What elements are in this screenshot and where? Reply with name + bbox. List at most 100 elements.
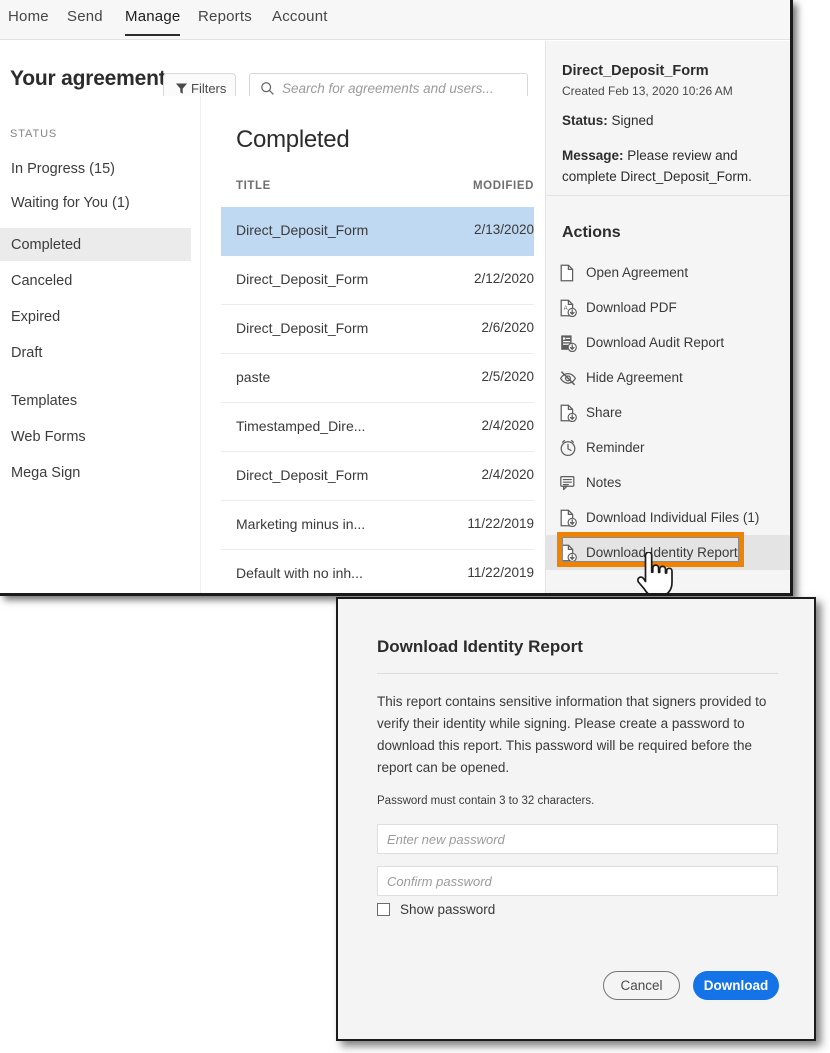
nav-item-manage[interactable]: Manage xyxy=(125,8,181,36)
detail-message: Message: Please review and complete Dire… xyxy=(562,145,778,187)
agreement-modified-date: 2/5/2020 xyxy=(481,369,534,384)
funnel-icon xyxy=(175,82,188,95)
agreement-modified-date: 2/13/2020 xyxy=(473,222,534,237)
agreement-detail-panel: Direct_Deposit_Form Created Feb 13, 2020… xyxy=(545,41,790,593)
new-password-placeholder: Enter new password xyxy=(387,831,505,847)
action-item-label: Hide Agreement xyxy=(586,370,683,385)
password-requirement-hint: Password must contain 3 to 32 characters… xyxy=(377,795,595,807)
document-icon xyxy=(559,264,577,282)
action-item-label: Open Agreement xyxy=(586,265,689,280)
action-item-hide-agreement[interactable]: Hide Agreement xyxy=(546,360,790,395)
show-password-checkbox[interactable] xyxy=(377,903,390,916)
sidebar-item-label: Web Forms xyxy=(11,428,86,445)
filters-label: Filters xyxy=(191,81,227,96)
pdf-download-icon: A xyxy=(559,299,577,317)
sidebar-item-completed[interactable]: Completed xyxy=(0,228,191,261)
action-item-label: Reminder xyxy=(586,440,645,455)
nav-item-home[interactable]: Home xyxy=(8,8,49,34)
agreement-title: Direct_Deposit_Form xyxy=(236,320,369,336)
nav-item-account[interactable]: Account xyxy=(272,8,328,34)
confirm-password-placeholder: Confirm password xyxy=(387,873,492,889)
action-item-label: Share xyxy=(586,405,623,420)
download-button[interactable]: Download xyxy=(693,971,779,1000)
nav-item-send[interactable]: Send xyxy=(67,8,103,34)
sidebar-item-label: Canceled xyxy=(11,272,73,289)
confirm-password-field[interactable]: Confirm password xyxy=(377,866,778,896)
sidebar-item-label: Draft xyxy=(11,344,43,361)
sidebar-item-label: Expired xyxy=(11,308,61,325)
table-row[interactable]: Direct_Deposit_Form 2/6/2020 xyxy=(221,305,534,354)
table-row[interactable]: Timestamped_Dire... 2/4/2020 xyxy=(221,403,534,452)
action-item-share[interactable]: Share xyxy=(546,395,790,430)
list-column-headers: TITLE MODIFIED xyxy=(221,180,534,202)
status-sidebar: STATUS In Progress (15) Waiting for You (… xyxy=(0,96,200,593)
table-row[interactable]: Direct_Deposit_Form 2/12/2020 xyxy=(221,256,534,305)
sidebar-item-label: In Progress (15) xyxy=(11,160,115,177)
sidebar-item-label: Templates xyxy=(11,392,78,409)
sidebar-item-draft[interactable]: Draft xyxy=(0,336,191,369)
sidebar-item-expired[interactable]: Expired xyxy=(0,300,191,333)
agreement-modified-date: 2/4/2020 xyxy=(481,418,534,433)
agreement-title: Direct_Deposit_Form xyxy=(236,271,369,287)
document-download-icon xyxy=(559,509,577,527)
list-heading: Completed xyxy=(236,126,350,153)
download-identity-report-dialog: Download Identity Report This report con… xyxy=(336,597,816,1041)
detail-status: Status: Signed xyxy=(562,113,654,128)
sidebar-item-canceled[interactable]: Canceled xyxy=(0,264,191,297)
sidebar-item-web-forms[interactable]: Web Forms xyxy=(0,420,191,453)
sidebar-section-label: STATUS xyxy=(10,128,58,140)
agreement-modified-date: 11/22/2019 xyxy=(467,565,534,580)
action-item-reminder[interactable]: Reminder xyxy=(546,430,790,465)
detail-title: Direct_Deposit_Form xyxy=(562,63,709,79)
search-icon xyxy=(260,81,275,96)
show-password-toggle[interactable]: Show password xyxy=(377,902,495,917)
detail-status-value: Signed xyxy=(611,113,654,128)
audit-report-download-icon xyxy=(559,334,577,352)
action-item-download-audit-report[interactable]: Download Audit Report xyxy=(546,325,790,360)
action-item-download-pdf[interactable]: A Download PDF xyxy=(546,290,790,325)
detail-header: Direct_Deposit_Form Created Feb 13, 2020… xyxy=(546,41,790,196)
table-row[interactable]: paste 2/5/2020 xyxy=(221,354,534,403)
agreement-modified-date: 2/12/2020 xyxy=(473,271,534,286)
agreement-title: Default with no inh... xyxy=(236,565,363,581)
action-item-label: Download Individual Files (1) xyxy=(586,510,760,525)
eye-slash-icon xyxy=(559,369,577,387)
agreement-title: Marketing minus in... xyxy=(236,516,366,532)
page-title: Your agreements xyxy=(10,67,177,90)
table-row[interactable]: Direct_Deposit_Form 2/4/2020 xyxy=(221,452,534,501)
detail-message-label: Message: xyxy=(562,148,624,163)
action-item-label: Download Audit Report xyxy=(586,335,725,350)
table-row[interactable]: Marketing minus in... 11/22/2019 xyxy=(221,501,534,550)
agreement-rows: Direct_Deposit_Form 2/13/2020 Direct_Depos… xyxy=(221,207,534,593)
action-item-download-identity-report[interactable]: Download Identity Report xyxy=(546,535,790,570)
action-item-notes[interactable]: Notes xyxy=(546,465,790,500)
table-row[interactable]: Direct_Deposit_Form 2/13/2020 xyxy=(221,207,534,256)
column-header-title: TITLE xyxy=(236,180,271,192)
table-row[interactable]: Default with no inh... 11/22/2019 xyxy=(221,550,534,593)
sidebar-item-waiting-for-you-1[interactable]: Waiting for You (1) xyxy=(0,186,191,219)
new-password-field[interactable]: Enter new password xyxy=(377,824,778,854)
column-header-modified: MODIFIED xyxy=(472,180,534,192)
agreement-title: paste xyxy=(236,369,271,385)
sidebar-item-templates[interactable]: Templates xyxy=(0,384,191,417)
nav-item-reports[interactable]: Reports xyxy=(198,8,252,34)
svg-text:A: A xyxy=(564,306,568,312)
sidebar-item-label: Completed xyxy=(11,236,82,253)
action-item-label: Notes xyxy=(586,475,622,490)
sidebar-item-in-progress-15[interactable]: In Progress (15) xyxy=(0,152,191,185)
agreement-modified-date: 2/4/2020 xyxy=(481,467,534,482)
search-placeholder: Search for agreements and users... xyxy=(282,81,494,96)
action-item-download-individual-files-1[interactable]: Download Individual Files (1) xyxy=(546,500,790,535)
sidebar-item-mega-sign[interactable]: Mega Sign xyxy=(0,456,191,489)
agreement-list-column: Completed TITLE MODIFIED Direct_Deposit_… xyxy=(200,96,545,593)
agreement-title: Timestamped_Dire... xyxy=(236,418,366,434)
action-item-open-agreement[interactable]: Open Agreement xyxy=(546,255,790,290)
sidebar-item-label: Waiting for You (1) xyxy=(11,194,130,211)
agreements-header: Your agreements Filters Search for agree… xyxy=(0,41,545,104)
cancel-button[interactable]: Cancel xyxy=(603,971,680,1000)
agreement-title: Direct_Deposit_Form xyxy=(236,222,369,238)
detail-status-label: Status: xyxy=(562,113,608,128)
clock-icon xyxy=(559,439,577,457)
agreement-title: Direct_Deposit_Form xyxy=(236,467,369,483)
detail-created-date: Created Feb 13, 2020 10:26 AM xyxy=(562,84,733,98)
